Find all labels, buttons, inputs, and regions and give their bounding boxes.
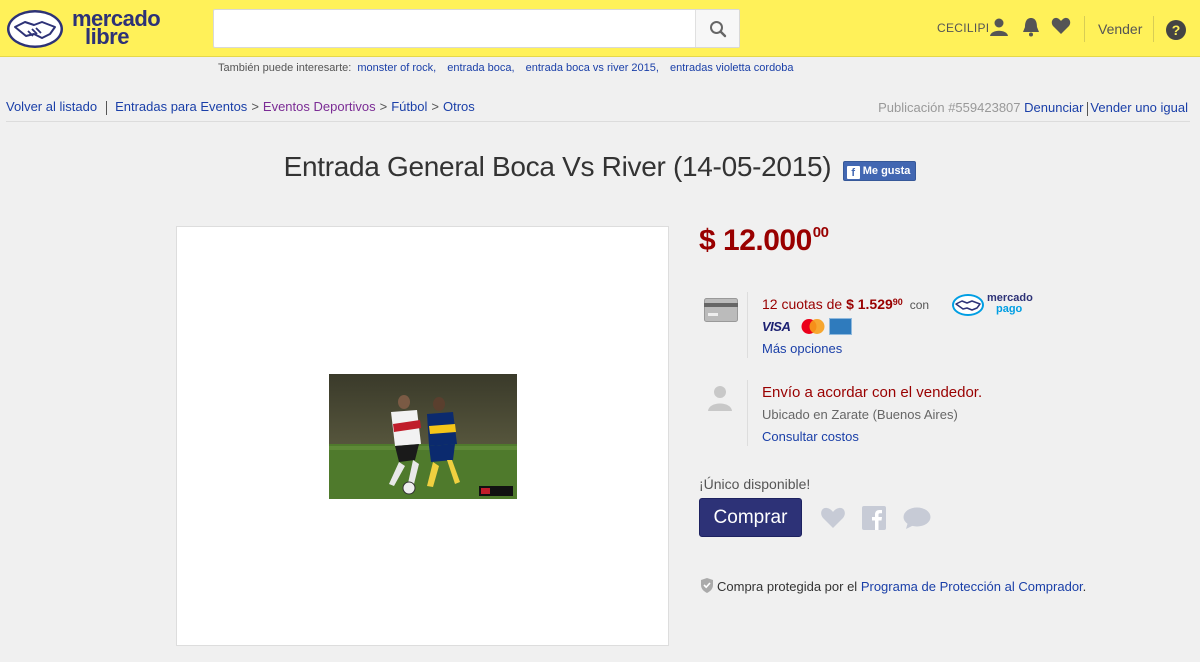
installments-text: 12 cuotas de $ 1.52990 con [762, 296, 929, 312]
buyer-protection: Compra protegida por el Programa de Prot… [700, 578, 1086, 594]
seller-location: Ubicado en Zarate (Buenos Aires) [762, 407, 958, 422]
title-row: Entrada General Boca Vs River (14-05-201… [0, 151, 1200, 183]
report-link[interactable]: Denunciar [1024, 100, 1083, 115]
shield-icon [701, 578, 713, 593]
logo-wordmark: mercado libre [72, 8, 161, 48]
seller-person-icon [706, 384, 734, 417]
mastercard-logo-icon [801, 319, 825, 334]
facebook-share-icon[interactable] [862, 506, 886, 535]
more-payment-options-link[interactable]: Más opciones [762, 341, 842, 356]
breadcrumb-item[interactable]: Otros [443, 99, 475, 114]
breadcrumb-item[interactable]: Entradas para Eventos [115, 99, 247, 114]
bell-icon[interactable] [1022, 17, 1040, 42]
header-divider [1153, 16, 1154, 42]
facebook-like-button[interactable]: f Me gusta [842, 161, 917, 181]
mercadolibre-logo[interactable]: mercado libre [6, 8, 166, 49]
visa-logo: VISA [762, 319, 791, 334]
breadcrumb: Volver al listado Entradas para Eventos > E… [6, 99, 475, 115]
related-link[interactable]: monster of rock, [357, 62, 436, 74]
publication-info: Publicación #559423807 Denunciar Vender u… [878, 100, 1188, 116]
related-link[interactable]: entrada boca, [447, 62, 514, 74]
price-amount: 12.000 [723, 224, 812, 257]
facebook-like-label: Me gusta [862, 165, 911, 177]
search-input[interactable] [214, 10, 696, 47]
shipping-costs-link[interactable]: Consultar costos [762, 429, 859, 444]
installment-amount-int: $ 1.529 [846, 296, 893, 312]
product-photo[interactable] [329, 374, 517, 499]
search-button[interactable] [695, 10, 739, 47]
publication-divider [1087, 101, 1089, 116]
sell-same-link[interactable]: Vender uno igual [1090, 100, 1188, 115]
related-link[interactable]: entradas violetta cordoba [670, 62, 794, 74]
breadcrumb-separator: > [251, 99, 259, 114]
facebook-icon: f [846, 166, 860, 179]
breadcrumb-separator: > [431, 99, 439, 114]
product-image-panel [176, 226, 669, 646]
related-searches: También puede interesarte: monster of ro… [218, 62, 799, 74]
product-price: $ 12.00000 [699, 224, 829, 258]
credit-card-icon [704, 298, 738, 327]
divider [6, 121, 1190, 122]
buy-button[interactable]: Comprar [699, 498, 802, 537]
page-title: Entrada General Boca Vs River (14-05-201… [283, 151, 832, 182]
mp-line2: pago [996, 303, 1023, 315]
shipping-divider [747, 380, 748, 446]
search-box [213, 9, 740, 48]
related-link[interactable]: entrada boca vs river 2015, [526, 62, 659, 74]
mercadopago-wordmark: mercado pago [987, 293, 1033, 315]
mercadopago-logo: mercado pago [951, 293, 1041, 319]
availability-text: ¡Único disponible! [699, 476, 811, 492]
breadcrumb-separator: > [379, 99, 388, 114]
chat-bubble-icon[interactable] [903, 507, 931, 534]
related-label: También puede interesarte: [218, 62, 352, 74]
breadcrumb-divider [106, 100, 108, 115]
back-to-list-link[interactable]: Volver al listado [6, 99, 97, 114]
favorites-heart-icon[interactable] [1051, 17, 1071, 40]
breadcrumb-item[interactable]: Eventos Deportivos [263, 99, 376, 114]
installment-amount-dec: 90 [892, 297, 903, 307]
price-currency: $ [699, 224, 716, 257]
header-divider [1084, 16, 1085, 42]
publication-number: Publicación #559423807 [878, 100, 1021, 115]
installments-prefix: 12 cuotas de [762, 296, 843, 312]
search-icon [709, 20, 726, 37]
protection-suffix: . [1082, 579, 1087, 594]
price-cents: 00 [812, 224, 829, 241]
sell-link[interactable]: Vender [1098, 21, 1142, 37]
payment-divider [747, 292, 748, 358]
protection-prefix: Compra protegida por el [717, 579, 858, 594]
breadcrumb-item[interactable]: Fútbol [391, 99, 427, 114]
shipping-title: Envío a acordar con el vendedor. [762, 384, 983, 401]
favorite-heart-icon[interactable] [820, 507, 846, 534]
installment-amount: $ 1.52990 [846, 296, 903, 312]
buyer-protection-link[interactable]: Programa de Protección al Comprador [861, 579, 1083, 594]
top-header: mercado libre CECILIPI Vender ? [0, 0, 1200, 57]
installments-with: con [909, 298, 930, 312]
mercadopago-handshake-icon [952, 294, 984, 316]
handshake-logo-icon [7, 10, 63, 48]
football-match-image [329, 374, 517, 499]
amex-logo-icon [829, 318, 852, 335]
user-name[interactable]: CECILIPI [937, 21, 989, 35]
user-icon[interactable] [989, 17, 1009, 42]
help-icon[interactable]: ? [1166, 20, 1186, 40]
